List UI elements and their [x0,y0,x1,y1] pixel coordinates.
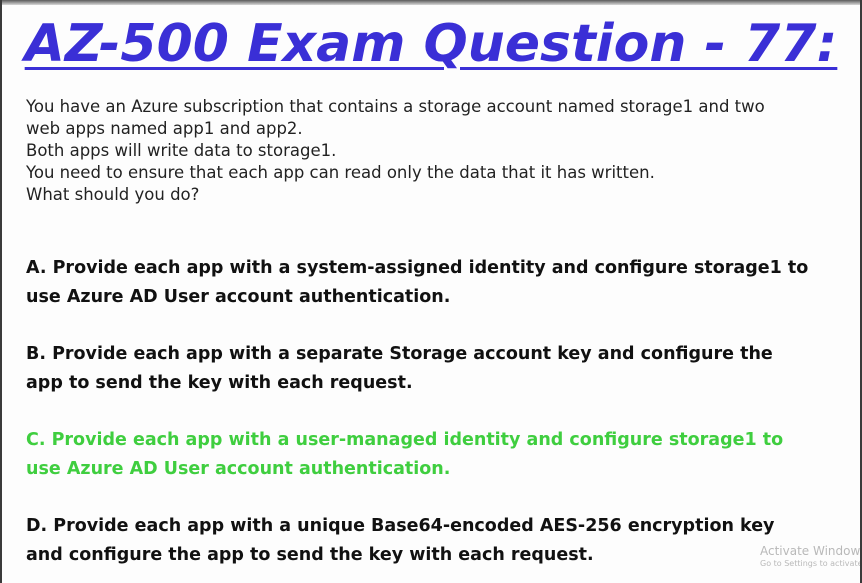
option-line: and configure the app to send the key wi… [26,545,594,565]
option-line: B. Provide each app with a separate Stor… [26,344,773,364]
option-b: B. Provide each app with a separate Stor… [26,340,846,398]
answer-options: A. Provide each app with a system-assign… [26,254,846,583]
question-line: web apps named app1 and app2. [26,119,303,138]
option-a: A. Provide each app with a system-assign… [26,254,846,312]
option-line: use Azure AD User account authentication… [26,459,451,479]
option-d: D. Provide each app with a unique Base64… [26,512,846,570]
watermark-main: Activate Windows [760,544,862,558]
slide: AZ-500 Exam Question - 77: You have an A… [0,0,862,583]
question-text: You have an Azure subscription that cont… [26,96,846,206]
watermark-sub: Go to Settings to activate Windows. [760,559,862,568]
option-line: A. Provide each app with a system-assign… [26,258,809,278]
question-line: What should you do? [26,185,200,204]
question-line: Both apps will write data to storage1. [26,141,337,160]
option-line: use Azure AD User account authentication… [26,287,451,307]
question-line: You have an Azure subscription that cont… [26,97,765,116]
slide-title: AZ-500 Exam Question - 77: [24,14,838,74]
option-c: C. Provide each app with a user-managed … [26,426,846,484]
activate-windows-watermark: Activate Windows Go to Settings to activ… [760,544,862,569]
top-strip [2,0,860,5]
option-line: C. Provide each app with a user-managed … [26,430,784,450]
option-line: D. Provide each app with a unique Base64… [26,516,775,536]
option-line: app to send the key with each request. [26,373,413,393]
question-line: You need to ensure that each app can rea… [26,163,655,182]
